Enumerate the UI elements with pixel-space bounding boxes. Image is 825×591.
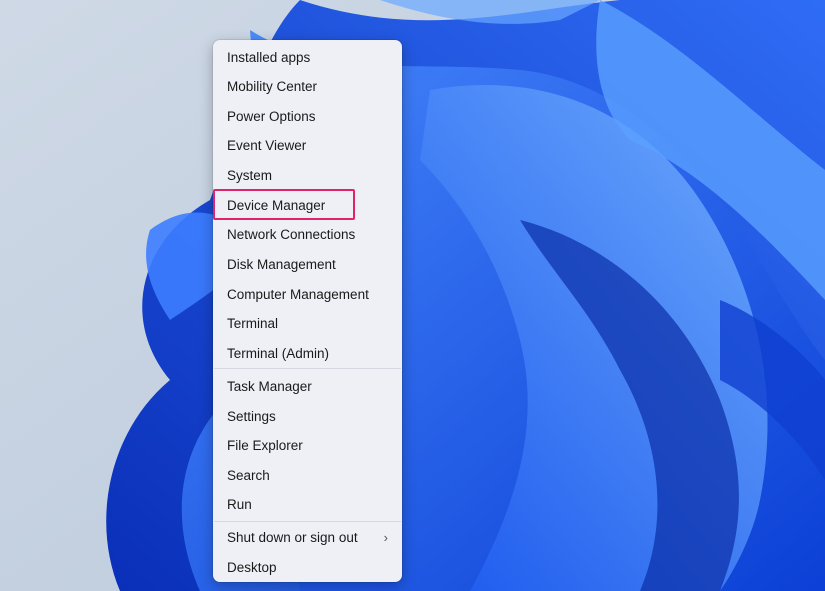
menu-item-label: Desktop xyxy=(227,559,277,575)
menu-item-label: Disk Management xyxy=(227,257,336,272)
menu-item-network-connections[interactable]: Network Connections xyxy=(213,220,402,249)
menu-item-label: Computer Management xyxy=(227,287,369,302)
menu-item-label: Power Options xyxy=(227,109,316,124)
menu-item-power-options[interactable]: Power Options xyxy=(213,102,402,131)
menu-item-run[interactable]: Run xyxy=(213,490,402,519)
menu-item-label: System xyxy=(227,168,273,183)
device-manager-highlight xyxy=(213,189,355,220)
menu-item-label: Network Connections xyxy=(227,227,356,242)
menu-item-label: Settings xyxy=(227,408,276,424)
menu-item-disk-management[interactable]: Disk Management xyxy=(213,250,402,279)
menu-item-system[interactable]: System xyxy=(213,161,402,190)
menu-separator xyxy=(214,521,401,522)
menu-item-label: Event Viewer xyxy=(227,138,307,153)
menu-item-terminal[interactable]: Terminal xyxy=(213,309,402,338)
menu-item-label: Search xyxy=(227,467,270,483)
menu-item-shut-down-or-sign-out[interactable]: Shut down or sign out › xyxy=(213,523,402,552)
menu-item-mobility-center[interactable]: Mobility Center xyxy=(213,72,402,101)
menu-item-task-manager[interactable]: Task Manager xyxy=(213,372,402,401)
menu-item-label: Task Manager xyxy=(227,379,312,394)
menu-item-label: File Explorer xyxy=(227,438,303,454)
menu-item-label: Terminal xyxy=(227,316,279,331)
menu-item-label: Mobility Center xyxy=(227,79,318,94)
menu-item-search[interactable]: Search xyxy=(213,461,402,490)
menu-item-label: Terminal (Admin) xyxy=(227,346,330,361)
menu-item-event-viewer[interactable]: Event Viewer xyxy=(213,131,402,160)
menu-item-label: Run xyxy=(227,497,252,513)
quick-link-menu: Installed apps Mobility Center Power Optio… xyxy=(213,40,402,582)
menu-item-terminal-admin[interactable]: Terminal (Admin) xyxy=(213,339,402,368)
menu-item-settings[interactable]: Settings xyxy=(213,402,402,431)
menu-item-file-explorer[interactable]: File Explorer xyxy=(213,431,402,460)
menu-item-desktop[interactable]: Desktop xyxy=(213,553,402,582)
chevron-right-icon: › xyxy=(383,530,388,545)
menu-separator xyxy=(214,368,401,369)
menu-item-installed-apps[interactable]: Installed apps xyxy=(213,43,402,72)
menu-item-label: Shut down or sign out xyxy=(227,530,358,545)
menu-item-label: Installed apps xyxy=(227,50,311,65)
menu-item-computer-management[interactable]: Computer Management xyxy=(213,280,402,309)
desktop-wallpaper xyxy=(0,0,825,591)
